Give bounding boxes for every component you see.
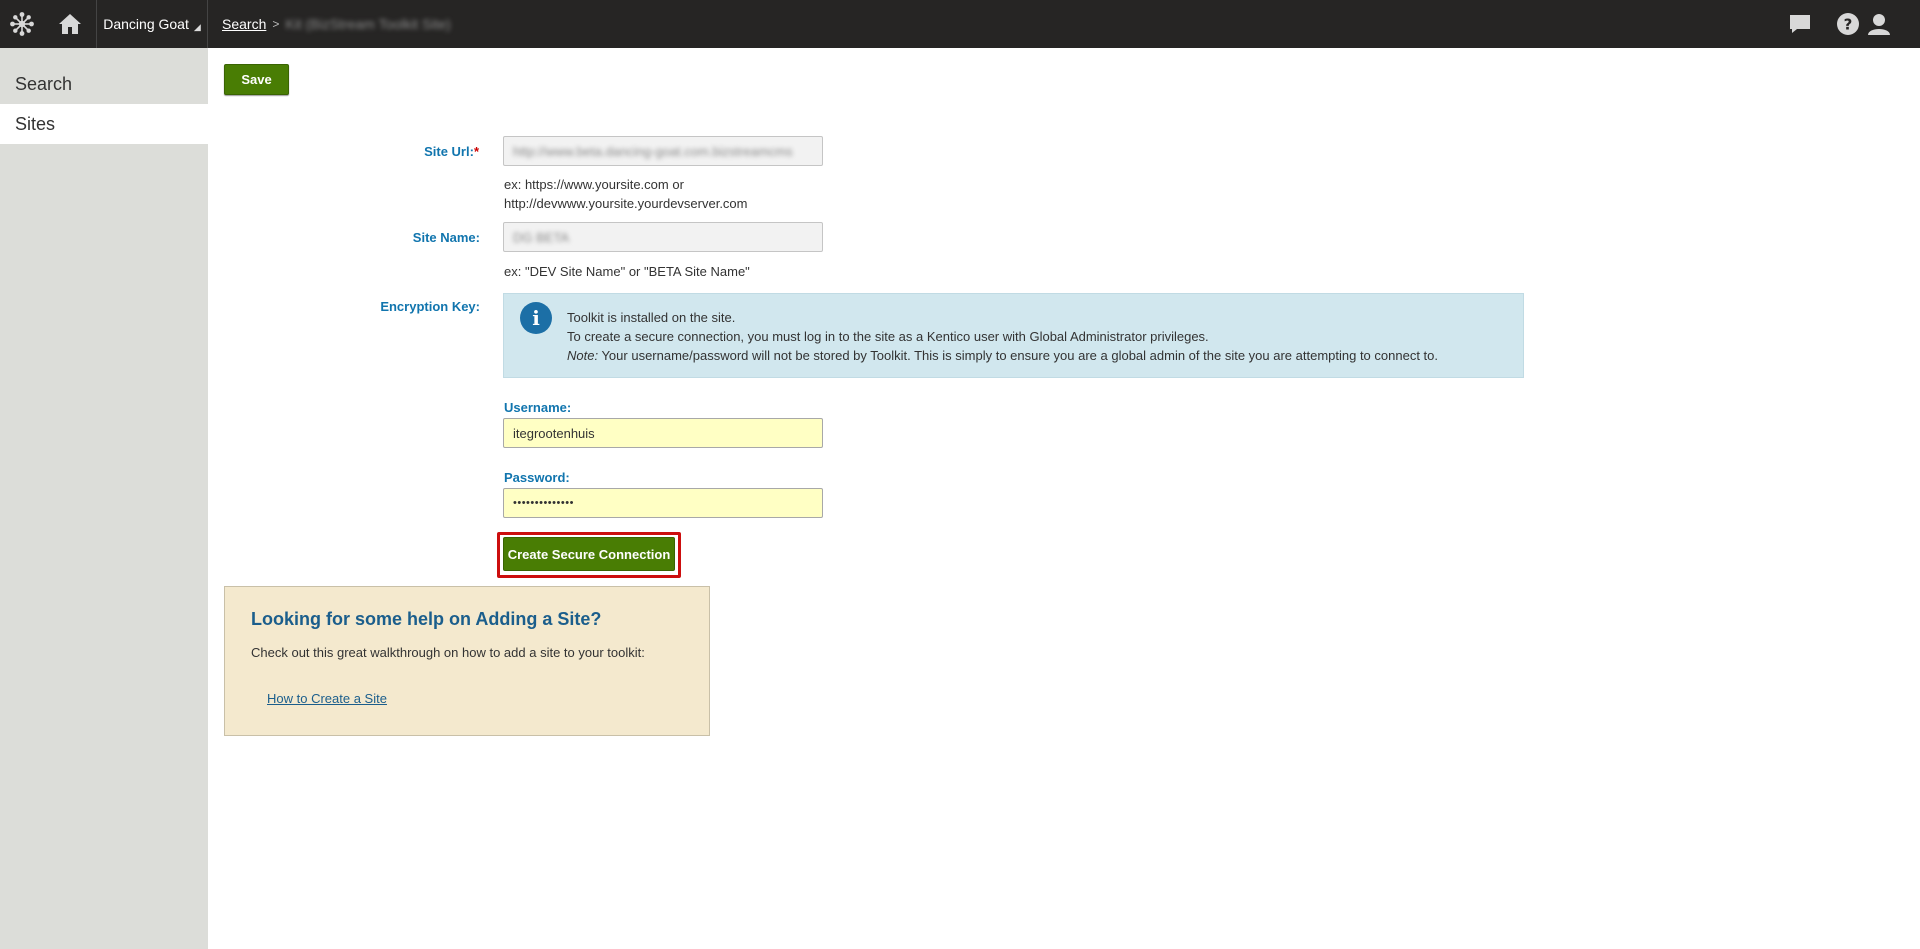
info-message: i Toolkit is installed on the site. To c…: [503, 293, 1524, 378]
chat-icon[interactable]: [1784, 0, 1816, 48]
site-url-label-text: Site Url:: [424, 144, 474, 159]
info-line-2: To create a secure connection, you must …: [567, 329, 1209, 344]
site-url-hint-line1: ex: https://www.yoursite.com or: [504, 177, 684, 192]
encryption-key-label: Encryption Key:: [380, 299, 480, 314]
chevron-right-icon: >: [272, 17, 280, 31]
kentico-logo-icon[interactable]: [0, 0, 44, 48]
sidebar-item-label: Sites: [15, 113, 56, 134]
username-label: Username:: [504, 400, 572, 415]
site-url-label: Site Url:*: [279, 144, 479, 159]
site-name-input[interactable]: DG BETA: [503, 222, 823, 252]
info-note-label: Note:: [567, 348, 599, 363]
breadcrumb: Search > Kit (BizStream Toolkit Site): [222, 0, 451, 48]
site-name-label: Site Name:: [412, 230, 480, 245]
site-selector-label: Dancing Goat: [103, 16, 189, 32]
user-icon[interactable]: [1863, 0, 1895, 48]
info-line-1: Toolkit is installed on the site.: [567, 310, 736, 325]
help-title: Looking for some help on Adding a Site?: [251, 609, 602, 629]
top-bar: Dancing Goat ◢ Search > Kit (BizStream T…: [0, 0, 1920, 48]
required-mark: *: [473, 144, 479, 159]
site-url-hint: ex: https://www.yoursite.com or http://d…: [504, 175, 748, 213]
sidebar-item-search[interactable]: Search: [0, 64, 208, 104]
password-field[interactable]: ••••••••••••••: [503, 488, 823, 518]
password-label: Password:: [504, 470, 570, 485]
sidebar-item-label: Search: [15, 73, 73, 94]
help-icon[interactable]: ?: [1832, 0, 1864, 48]
username-field[interactable]: [503, 418, 823, 448]
site-name-value: DG BETA: [513, 229, 570, 245]
svg-text:?: ?: [1844, 16, 1853, 34]
info-note-text: Your username/password will not be store…: [598, 348, 1438, 363]
home-icon[interactable]: [44, 0, 96, 48]
help-box: Looking for some help on Adding a Site? …: [224, 586, 710, 736]
info-message-text: Toolkit is installed on the site. To cre…: [567, 308, 1438, 365]
breadcrumb-current: Kit (BizStream Toolkit Site): [285, 16, 451, 32]
main-content: Save Site Url:* http://www.beta.dancing-…: [208, 48, 1920, 949]
caret-down-icon: ◢: [193, 21, 201, 32]
site-url-input[interactable]: http://www.beta.dancing-goat.com.bizstre…: [503, 136, 823, 166]
sidebar-item-sites[interactable]: Sites: [0, 104, 208, 144]
site-name-hint: ex: "DEV Site Name" or "BETA Site Name": [504, 264, 750, 279]
create-secure-connection-button[interactable]: Create Secure Connection: [503, 537, 675, 571]
site-selector[interactable]: Dancing Goat ◢: [96, 0, 208, 48]
breadcrumb-search-link[interactable]: Search: [222, 16, 266, 32]
sidebar: Search Sites: [0, 48, 208, 949]
info-icon: i: [520, 302, 552, 334]
site-url-hint-line2: http://devwww.yoursite.yourdevserver.com: [504, 196, 748, 211]
how-to-create-site-link[interactable]: How to Create a Site: [267, 691, 387, 706]
help-text: Check out this great walkthrough on how …: [251, 645, 645, 660]
password-value: ••••••••••••••: [513, 497, 574, 509]
site-url-value: http://www.beta.dancing-goat.com.bizstre…: [513, 143, 793, 159]
save-button[interactable]: Save: [224, 64, 289, 95]
info-line-3: Note: Your username/password will not be…: [567, 346, 1438, 365]
